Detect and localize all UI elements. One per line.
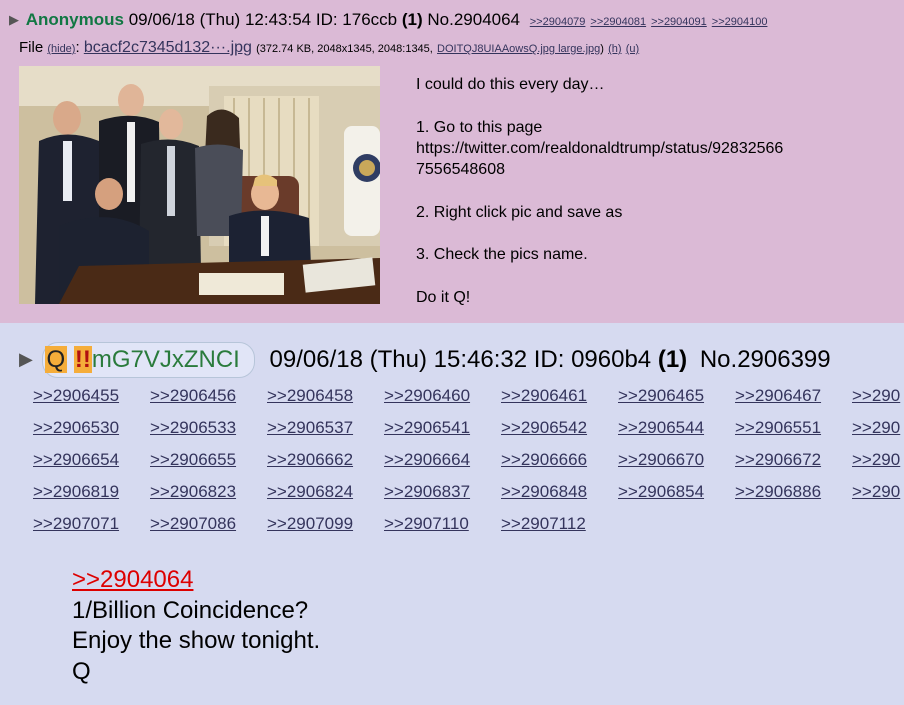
backlink[interactable]: >>2904079 [530,16,586,28]
poster-name: Anonymous [25,10,124,29]
backlink[interactable]: >>2906824 [267,481,384,503]
message-line: I could do this every day… [416,76,605,93]
backlink[interactable]: >>2906664 [384,449,501,471]
backlink[interactable]: >>2904100 [712,16,768,28]
post-q: ▶ Q !!mG7VJxZNCI 09/06/18 (Thu) 15:46:32… [0,329,904,705]
backlink[interactable]: >>2906854 [618,481,735,503]
message-signature: Q [72,657,91,685]
backlink[interactable]: >>2906455 [33,385,150,407]
post-message: >>2904064 1/Billion Coincidence? Enjoy t… [72,565,320,687]
backlink[interactable]: >>2906672 [735,449,852,471]
backlink[interactable]: >>2904081 [590,16,646,28]
backlink[interactable]: >>2904091 [651,16,707,28]
post-backlinks: >>2904079 >>2904081 >>2904091 >>2904100 [525,16,768,28]
backlink[interactable]: >>2906465 [618,385,735,407]
backlink[interactable]: >>2906460 [384,385,501,407]
name-block: Q !!mG7VJxZNCI [41,342,255,378]
file-info: File (hide): bcacf2c7345d132···.jpg (372… [19,39,640,56]
backlink[interactable]: >>2906654 [33,449,150,471]
message-url: 7556548608 [416,161,505,179]
backlink[interactable]: >>2907071 [33,513,150,535]
backlink[interactable]: >>290 [852,449,904,471]
file-metadata: (372.74 KB, 2048x1345, 2048:1345, [256,43,433,55]
backlink[interactable]: >>290 [852,481,904,503]
backlink[interactable]: >>2906541 [384,417,501,439]
post-header: ▶ Anonymous 09/06/18 (Thu) 12:43:54 ID: … [9,10,767,32]
poster-post-count: (1) [401,10,423,29]
backlink[interactable]: >>2906458 [267,385,384,407]
upload-search-link[interactable]: (u) [626,43,639,55]
backlink[interactable]: >>290 [852,385,904,407]
post-menu-arrow-icon[interactable]: ▶ [19,349,33,369]
poster-id[interactable]: ID: 176ccb [316,10,397,29]
file-label: File [19,39,44,56]
post-header: ▶ Q !!mG7VJxZNCI 09/06/18 (Thu) 15:46:32… [19,342,831,378]
message-line: Enjoy the show tonight. [72,627,321,654]
backlink[interactable]: >>2906533 [150,417,267,439]
backlink[interactable]: >>2907086 [150,513,267,535]
post-datetime: 09/06/18 (Thu) 15:46:32 [269,346,528,373]
backlink[interactable]: >>2906848 [501,481,618,503]
post-image[interactable] [19,66,380,304]
backlink[interactable]: >>2906670 [618,449,735,471]
message-line: 2. Right click pic and save as [416,203,623,221]
hash-search-link[interactable]: (h) [608,43,621,55]
post-backlinks: >>2906455 >>2906456 >>2906458 >>2906460 >>29… [33,385,904,535]
post-number[interactable]: No.2904064 [427,10,520,29]
backlink[interactable]: >>2906662 [267,449,384,471]
backlink[interactable]: >>2906837 [384,481,501,503]
poster-name: Q [44,346,68,373]
message-line: 3. Check the pics name. [416,246,588,264]
quote-link[interactable]: >>2904064 [72,565,320,596]
message-line: 1. Go to this page [416,118,543,136]
backlink[interactable]: >>2906819 [33,481,150,503]
backlink[interactable]: >>2906461 [501,385,618,407]
message-url: https://twitter.com/realdonaldtrump/stat… [416,139,784,157]
poster-post-count: (1) [657,346,688,373]
backlink[interactable]: >>2906666 [501,449,618,471]
backlink[interactable]: >>2906544 [618,417,735,439]
backlink[interactable]: >>2907099 [267,513,384,535]
backlink[interactable]: >>2906551 [735,417,852,439]
backlink[interactable]: >>2906537 [267,417,384,439]
message-line: 1/Billion Coincidence? [72,596,309,624]
message-line: Do it Q! [416,288,471,306]
backlink[interactable]: >>2906530 [33,417,150,439]
backlink[interactable]: >>2907112 [501,513,618,535]
file-name-link[interactable]: bcacf2c7345d132···.jpg [84,39,252,56]
backlink[interactable]: >>2906467 [735,385,852,407]
post-number[interactable]: No.2906399 [700,346,831,373]
poster-id[interactable]: ID: 0960b4 [534,346,651,373]
tripcode-marker: !! [73,346,92,373]
post-menu-arrow-icon[interactable]: ▶ [9,12,19,27]
tripcode: mG7VJxZNCI [91,346,240,373]
post-datetime: 09/06/18 (Thu) 12:43:54 [128,10,312,29]
backlink[interactable]: >>2906655 [150,449,267,471]
backlink[interactable]: >>2906542 [501,417,618,439]
hide-file-link[interactable]: (hide) [47,43,75,55]
backlink[interactable]: >>2907110 [384,513,501,535]
original-filename-link[interactable]: DOITQJ8UIAAowsQ.jpg large.jpg [437,43,600,55]
backlink[interactable]: >>2906456 [150,385,267,407]
post-message: I could do this every day… 1. Go to this… [416,74,783,308]
backlink[interactable]: >>2906886 [735,481,852,503]
backlink[interactable]: >>290 [852,417,904,439]
backlink[interactable]: >>2906823 [150,481,267,503]
post-anonymous: ▶ Anonymous 09/06/18 (Thu) 12:43:54 ID: … [0,0,904,323]
